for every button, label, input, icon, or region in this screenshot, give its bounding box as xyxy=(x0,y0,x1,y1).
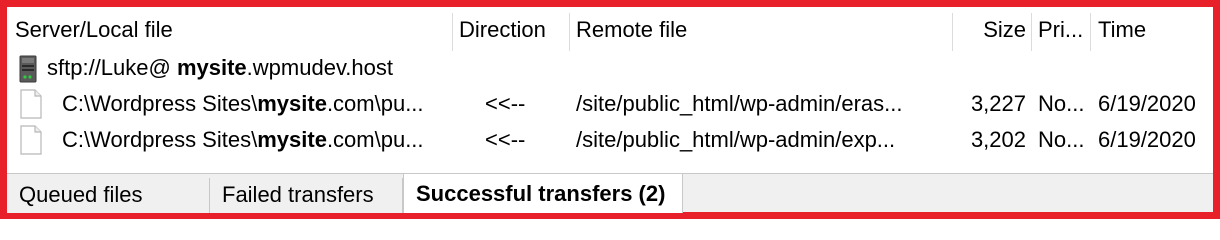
server-address-suffix: .wpmudev.host xyxy=(246,55,394,80)
transfer-time: 6/19/2020 xyxy=(1098,127,1196,152)
server-address-prefix: sftp://Luke@ xyxy=(47,55,177,80)
remote-file-path: /site/public_html/wp-admin/exp... xyxy=(576,127,896,152)
column-divider[interactable] xyxy=(452,13,453,51)
column-header-direction[interactable]: Direction xyxy=(459,7,569,52)
transfer-priority: No... xyxy=(1038,127,1085,152)
file-icon xyxy=(20,125,42,155)
transfer-direction: <<-- xyxy=(485,127,526,152)
tab-failed-transfers[interactable]: Failed transfers xyxy=(210,178,403,213)
local-path-site: mysite xyxy=(257,127,327,152)
server-address: sftp://Luke@ mysite.wpmudev.host xyxy=(47,50,647,86)
server-row[interactable]: sftp://Luke@ mysite.wpmudev.host xyxy=(7,50,1213,86)
tab-successful-transfers[interactable]: Successful transfers (2) xyxy=(403,174,683,213)
transfer-direction: <<-- xyxy=(485,91,526,116)
column-divider[interactable] xyxy=(569,13,570,51)
column-header-time[interactable]: Time xyxy=(1098,7,1208,52)
local-path-prefix: C:\Wordpress Sites\ xyxy=(62,91,258,116)
tab-queued-files[interactable]: Queued files xyxy=(7,178,210,213)
column-header-local-file[interactable]: Server/Local file xyxy=(15,7,445,52)
file-icon xyxy=(20,89,42,119)
queue-tab-bar: Queued files Failed transfers Successful… xyxy=(7,173,1213,213)
column-divider[interactable] xyxy=(1090,13,1091,51)
column-header-priority[interactable]: Pri... xyxy=(1038,7,1088,52)
local-file-path: C:\Wordpress Sites\mysite.com\pu... xyxy=(62,86,447,122)
server-host-name: mysite xyxy=(176,55,247,80)
column-header-size[interactable]: Size xyxy=(953,7,1026,52)
remote-file-path: /site/public_html/wp-admin/eras... xyxy=(576,91,903,116)
file-size: 3,227 xyxy=(970,91,1026,116)
local-path-suffix: .com\pu... xyxy=(326,91,424,116)
transfer-time: 6/19/2020 xyxy=(1098,91,1196,116)
column-divider[interactable] xyxy=(1031,13,1032,51)
transfer-row[interactable]: C:\Wordpress Sites\mysite.com\pu... <<--… xyxy=(7,122,1213,158)
column-header-row: Server/Local file Direction Remote file … xyxy=(7,7,1213,52)
server-icon xyxy=(19,55,37,83)
local-path-site: mysite xyxy=(257,91,327,116)
local-file-path: C:\Wordpress Sites\mysite.com\pu... xyxy=(62,122,447,158)
local-path-prefix: C:\Wordpress Sites\ xyxy=(62,127,258,152)
file-size: 3,202 xyxy=(970,127,1026,152)
transfer-priority: No... xyxy=(1038,91,1085,116)
local-path-suffix: .com\pu... xyxy=(326,127,424,152)
column-header-remote-file[interactable]: Remote file xyxy=(576,7,946,52)
transfer-row[interactable]: C:\Wordpress Sites\mysite.com\pu... <<--… xyxy=(7,86,1213,122)
